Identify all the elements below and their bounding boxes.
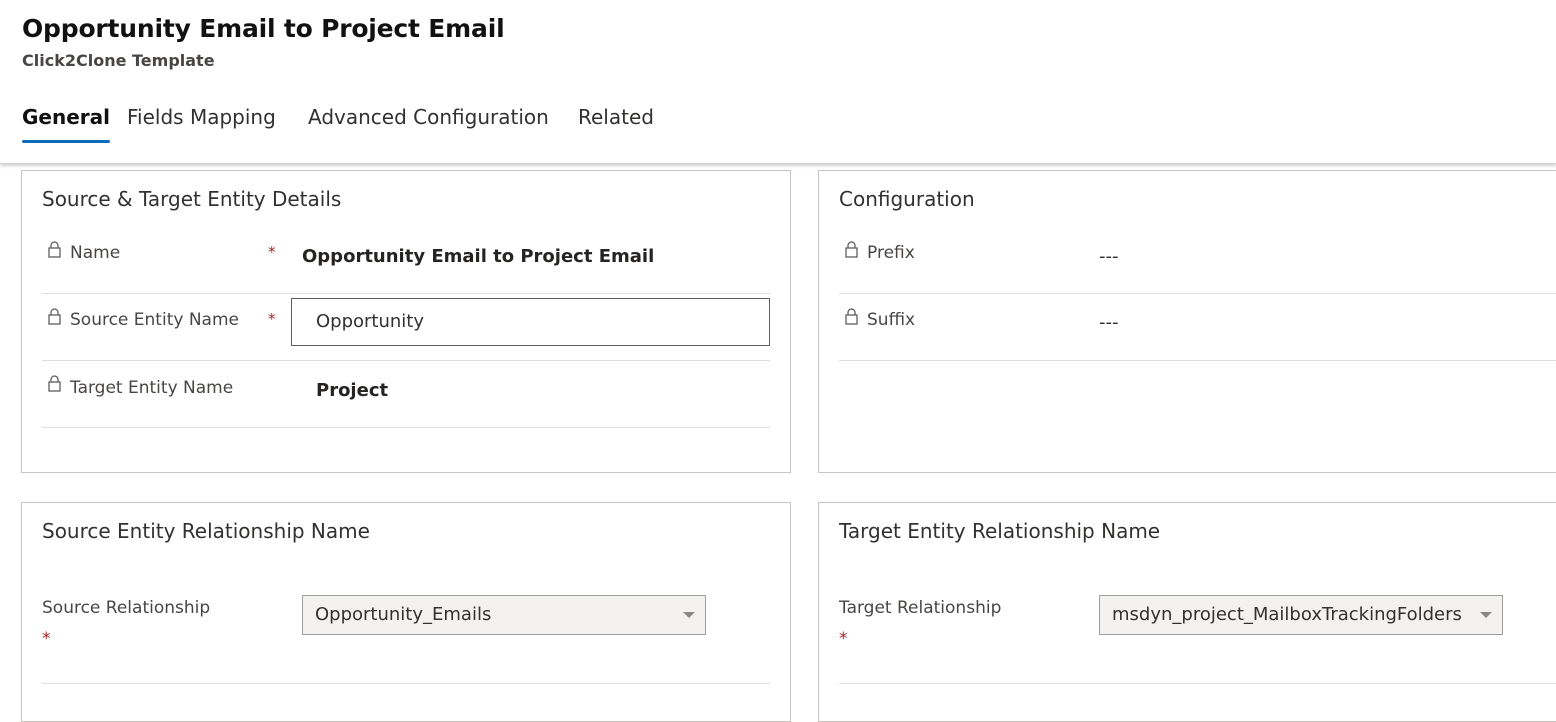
field-row-source-relationship: Source Relationship * Opportunity_Emails (42, 583, 770, 684)
section-title: Target Entity Relationship Name (839, 519, 1161, 543)
source-relationship-section: Source Entity Relationship Name Source R… (21, 502, 791, 722)
required-indicator: * (268, 310, 276, 328)
field-label: Target Relationship (839, 598, 1002, 618)
prefix-value[interactable]: --- (1099, 246, 1119, 267)
field-label: Source Entity Name (70, 310, 239, 330)
field-row-target-entity: Target Entity Name Project (42, 361, 770, 428)
field-row-target-relationship: Target Relationship * msdyn_project_Mail… (839, 583, 1556, 684)
form-content: Source & Target Entity Details Name * Op… (0, 164, 1556, 722)
target-relationship-section: Target Entity Relationship Name Target R… (818, 502, 1556, 722)
lock-icon (48, 241, 61, 258)
field-row-suffix: Suffix --- (839, 294, 1556, 361)
required-indicator: * (268, 243, 276, 261)
field-row-prefix: Prefix --- (839, 227, 1556, 294)
configuration-section: Configuration Prefix --- Suffix --- (818, 170, 1556, 473)
tab-general[interactable]: General (22, 105, 110, 143)
section-title: Source & Target Entity Details (42, 187, 342, 211)
target-entity-name-value[interactable]: Project (316, 380, 388, 401)
chevron-down-icon (683, 612, 695, 618)
source-relationship-select[interactable]: Opportunity_Emails (302, 595, 706, 635)
source-target-section: Source & Target Entity Details Name * Op… (21, 170, 791, 473)
form-header: Opportunity Email to Project Email Click… (0, 0, 1556, 164)
lock-icon (845, 241, 858, 258)
tab-advanced-configuration[interactable]: Advanced Configuration (308, 105, 549, 143)
required-indicator: * (42, 629, 51, 649)
tab-related[interactable]: Related (578, 105, 654, 143)
field-row-source-entity: Source Entity Name * Opportunity (42, 294, 770, 361)
field-label: Name (70, 243, 121, 263)
field-label: Prefix (867, 243, 915, 263)
field-label: Source Relationship (42, 598, 211, 618)
selected-value: Opportunity_Emails (315, 604, 492, 625)
section-title: Configuration (839, 187, 975, 211)
required-indicator: * (839, 629, 848, 649)
name-value[interactable]: Opportunity Email to Project Email (302, 246, 654, 267)
tab-fields-mapping[interactable]: Fields Mapping (127, 105, 276, 143)
source-entity-name-input[interactable]: Opportunity (291, 298, 770, 346)
lock-icon (845, 308, 858, 325)
section-title: Source Entity Relationship Name (42, 519, 370, 543)
suffix-value[interactable]: --- (1099, 312, 1119, 333)
page-title: Opportunity Email to Project Email (22, 14, 505, 43)
target-relationship-select[interactable]: msdyn_project_MailboxTrackingFolders (1099, 595, 1503, 635)
selected-value: msdyn_project_MailboxTrackingFolders (1112, 604, 1462, 625)
field-label: Target Entity Name (70, 378, 234, 398)
lock-icon (48, 308, 61, 325)
field-label: Suffix (867, 310, 916, 330)
chevron-down-icon (1480, 612, 1492, 618)
lock-icon (48, 375, 61, 392)
field-row-name: Name * Opportunity Email to Project Emai… (42, 227, 770, 294)
page-subtitle: Click2Clone Template (22, 51, 215, 70)
